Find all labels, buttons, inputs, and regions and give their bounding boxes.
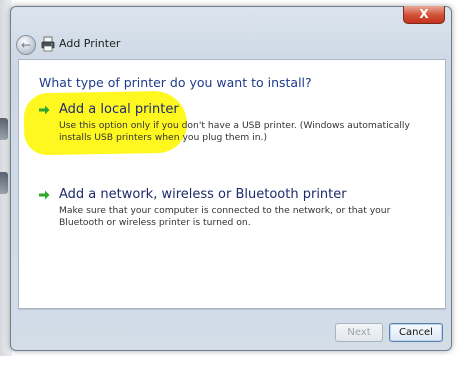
back-arrow-icon: ← [20, 38, 32, 52]
option-title[interactable]: Add a local printer [59, 102, 179, 117]
green-arrow-icon [39, 105, 50, 114]
next-button[interactable]: Next [335, 323, 383, 342]
close-button[interactable]: X [403, 6, 445, 24]
option-add-network-printer[interactable]: Add a network, wireless or Bluetooth pri… [39, 187, 431, 229]
option-description: Use this option only if you don't have a… [59, 120, 410, 143]
footer-divider [18, 309, 446, 310]
close-icon: X [419, 7, 429, 21]
window-title: Add Printer [59, 37, 121, 50]
printer-icon [41, 36, 55, 52]
cancel-button[interactable]: Cancel [389, 323, 443, 342]
back-button[interactable]: ← [16, 35, 36, 55]
add-printer-dialog: X ← Add Printer What type of printer do … [10, 6, 452, 351]
green-arrow-icon [39, 190, 50, 199]
desktop-icon-edge [0, 172, 8, 194]
wizard-question: What type of printer do you want to inst… [39, 75, 312, 90]
option-title[interactable]: Add a network, wireless or Bluetooth pri… [59, 187, 347, 202]
desktop-icon-edge [0, 118, 8, 140]
desktop-background-bottom [0, 356, 474, 379]
wizard-content: What type of printer do you want to inst… [18, 59, 446, 309]
option-description: Make sure that your computer is connecte… [59, 205, 391, 228]
option-add-local-printer[interactable]: Add a local printer Use this option only… [39, 102, 431, 144]
